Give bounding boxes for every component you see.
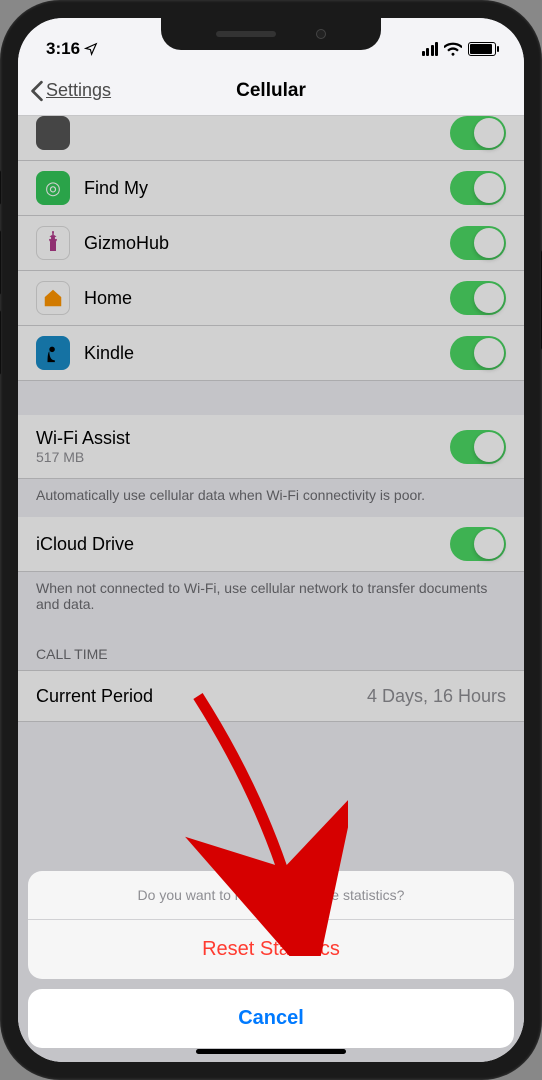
action-sheet-group: Do you want to reset your usage statisti… (28, 871, 514, 979)
action-sheet: Do you want to reset your usage statisti… (28, 871, 514, 1048)
content-scroll[interactable]: ◎ Find My GizmoHub Home (18, 116, 524, 1062)
back-button[interactable]: Settings (30, 80, 111, 102)
cancel-button[interactable]: Cancel (28, 989, 514, 1048)
screen: 3:16 Settings Cellular (18, 18, 524, 1062)
page-title: Cellular (236, 80, 306, 102)
chevron-left-icon (30, 80, 44, 102)
action-sheet-message: Do you want to reset your usage statisti… (28, 871, 514, 920)
front-camera (316, 29, 326, 39)
cellular-signal-icon (422, 42, 439, 56)
status-time: 3:16 (46, 39, 80, 59)
nav-header: Settings Cellular (18, 66, 524, 116)
wifi-icon (444, 42, 462, 56)
speaker-grill (216, 31, 276, 37)
home-indicator[interactable] (196, 1049, 346, 1054)
battery-icon (468, 42, 496, 56)
volume-up-button (0, 230, 1, 295)
back-label: Settings (46, 80, 111, 101)
notch (161, 18, 381, 50)
volume-down-button (0, 310, 1, 375)
reset-statistics-button[interactable]: Reset Statistics (28, 920, 514, 979)
location-arrow-icon (84, 42, 98, 56)
phone-frame: 3:16 Settings Cellular (0, 0, 542, 1080)
mute-switch (0, 170, 1, 205)
